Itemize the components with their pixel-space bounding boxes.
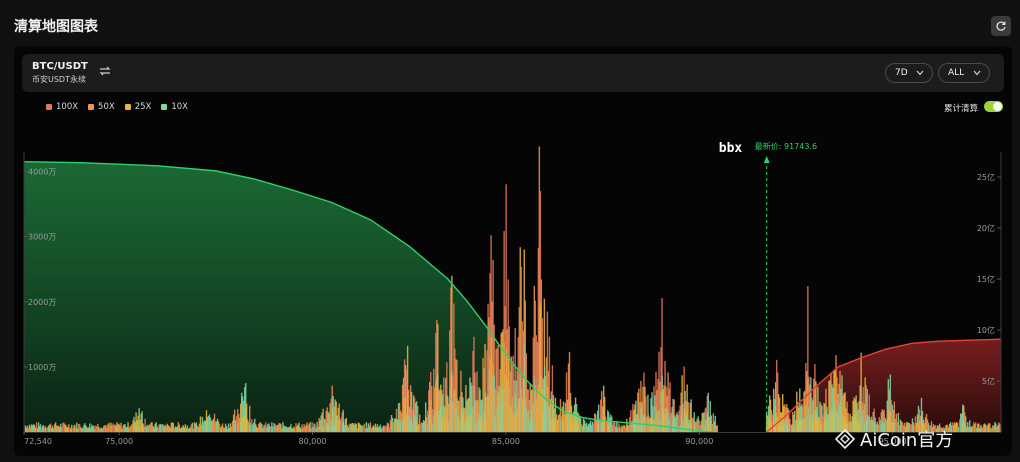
aicoin-logo-icon	[834, 428, 856, 450]
exchange-logo: bbx	[719, 141, 743, 156]
left-tick-label: 1000万	[28, 363, 56, 372]
latest-price-label: 最新价: 91743.6	[755, 141, 817, 151]
liquidation-bar	[716, 425, 719, 432]
long-liquidation-area	[24, 161, 711, 432]
right-tick-label: 15亿	[977, 274, 995, 284]
right-tick-label: 5亿	[982, 376, 995, 386]
x-tick-label: 75,000	[105, 437, 133, 446]
right-tick-label: 20亿	[977, 223, 995, 233]
x-tick-label: 90,000	[685, 437, 713, 446]
liquidation-chart: 72,540 75,000 80,000 85,000 90,000 95,0001000…	[23, 141, 1002, 446]
x-tick-label: 80,000	[299, 437, 327, 446]
right-tick-label: 10亿	[977, 325, 995, 335]
left-tick-label: 2000万	[28, 298, 56, 307]
watermark: AiCoin官方	[834, 426, 953, 452]
left-tick-label: 3000万	[28, 233, 56, 242]
right-tick-label: 25亿	[977, 172, 995, 182]
watermark-text: AiCoin官方	[860, 430, 954, 451]
x-tick-label: 72,540	[24, 437, 52, 446]
price-marker-arrow	[763, 156, 770, 163]
x-tick-label: 85,000	[492, 437, 520, 446]
left-tick-label: 4000万	[28, 168, 56, 177]
